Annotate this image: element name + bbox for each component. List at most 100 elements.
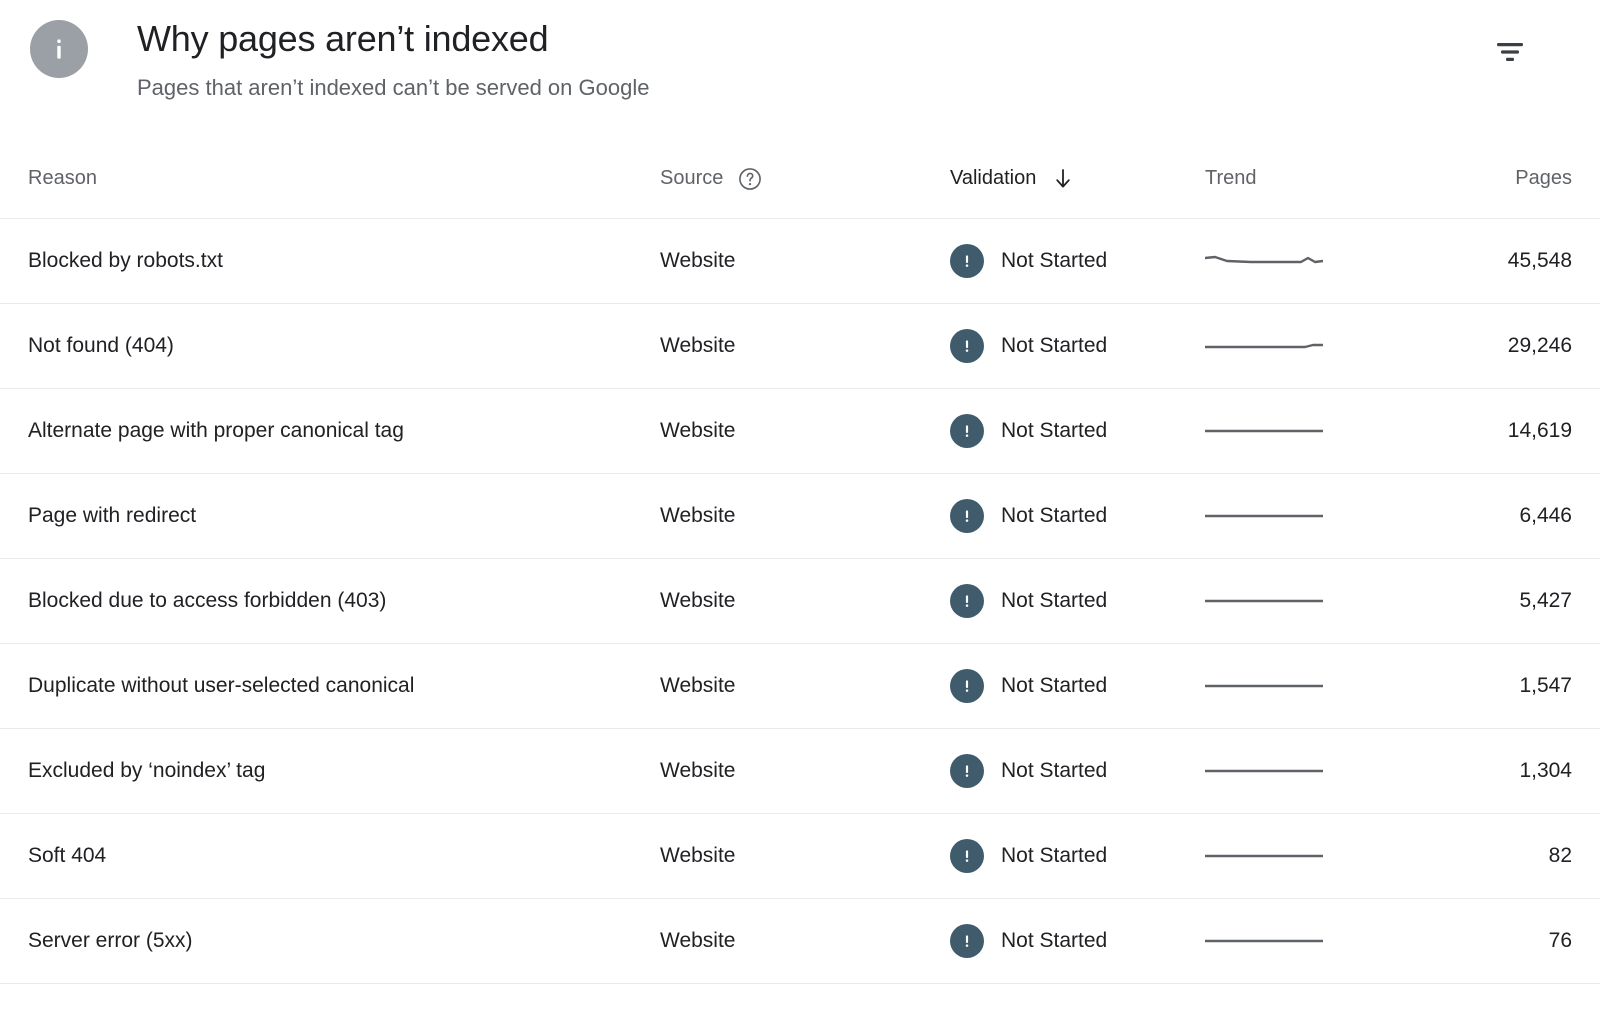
table-row[interactable]: Excluded by ‘noindex’ tagWebsite Not Star… bbox=[0, 728, 1600, 813]
cell-trend bbox=[1205, 473, 1430, 558]
error-exclamation-icon bbox=[950, 584, 984, 618]
cell-reason[interactable]: Soft 404 bbox=[0, 813, 660, 898]
column-header-pages-label: Pages bbox=[1515, 167, 1572, 189]
cell-validation: Not Started bbox=[950, 813, 1205, 898]
column-header-validation[interactable]: Validation bbox=[950, 140, 1205, 218]
column-header-trend[interactable]: Trend bbox=[1205, 140, 1430, 218]
cell-reason[interactable]: Blocked due to access forbidden (403) bbox=[0, 558, 660, 643]
validation-status: Not Started bbox=[950, 924, 1205, 958]
indexing-reasons-table: Reason Source bbox=[0, 140, 1600, 984]
cell-reason[interactable]: Excluded by ‘noindex’ tag bbox=[0, 728, 660, 813]
cell-reason[interactable]: Page with redirect bbox=[0, 473, 660, 558]
trend-sparkline bbox=[1205, 504, 1323, 528]
error-exclamation-icon bbox=[950, 499, 984, 533]
cell-trend bbox=[1205, 728, 1430, 813]
validation-label: Not Started bbox=[1001, 759, 1107, 783]
column-header-source-label: Source bbox=[660, 167, 723, 190]
cell-source: Website bbox=[660, 728, 950, 813]
cell-validation: Not Started bbox=[950, 558, 1205, 643]
cell-trend bbox=[1205, 388, 1430, 473]
cell-validation: Not Started bbox=[950, 303, 1205, 388]
cell-trend bbox=[1205, 643, 1430, 728]
arrow-downward-icon[interactable] bbox=[1052, 167, 1074, 191]
cell-reason[interactable]: Alternate page with proper canonical tag bbox=[0, 388, 660, 473]
table-row[interactable]: Server error (5xx)WebsiteNot Started76 bbox=[0, 898, 1600, 983]
column-header-pages[interactable]: Pages bbox=[1430, 140, 1600, 218]
error-exclamation-icon bbox=[950, 839, 984, 873]
error-exclamation-icon bbox=[950, 329, 984, 363]
validation-label: Not Started bbox=[1001, 334, 1107, 358]
validation-status: Not Started bbox=[950, 499, 1205, 533]
column-header-trend-label: Trend bbox=[1205, 167, 1257, 189]
header-text-block: Why pages aren’t indexed Pages that aren… bbox=[137, 14, 649, 104]
validation-status: Not Started bbox=[950, 414, 1205, 448]
table-body: Blocked by robots.txtWebsiteNot Started4… bbox=[0, 218, 1600, 983]
cell-source: Website bbox=[660, 473, 950, 558]
cell-trend bbox=[1205, 813, 1430, 898]
cell-reason[interactable]: Duplicate without user-selected canonica… bbox=[0, 643, 660, 728]
trend-sparkline bbox=[1205, 419, 1323, 443]
cell-validation: Not Started bbox=[950, 473, 1205, 558]
validation-label: Not Started bbox=[1001, 674, 1107, 698]
cell-validation: Not Started bbox=[950, 728, 1205, 813]
validation-label: Not Started bbox=[1001, 249, 1107, 273]
error-exclamation-icon bbox=[950, 244, 984, 278]
table-row[interactable]: Blocked due to access forbidden (403)Web… bbox=[0, 558, 1600, 643]
validation-label: Not Started bbox=[1001, 589, 1107, 613]
cell-pages: 45,548 bbox=[1430, 218, 1600, 303]
cell-reason[interactable]: Server error (5xx) bbox=[0, 898, 660, 983]
trend-sparkline bbox=[1205, 249, 1323, 273]
trend-sparkline bbox=[1205, 334, 1323, 358]
cell-reason[interactable]: Not found (404) bbox=[0, 303, 660, 388]
cell-pages: 82 bbox=[1430, 813, 1600, 898]
indexing-reasons-panel: Why pages aren’t indexed Pages that aren… bbox=[0, 0, 1600, 1034]
validation-status: Not Started bbox=[950, 669, 1205, 703]
panel-header: Why pages aren’t indexed Pages that aren… bbox=[0, 0, 1600, 140]
table-row[interactable]: Blocked by robots.txtWebsiteNot Started4… bbox=[0, 218, 1600, 303]
cell-trend bbox=[1205, 898, 1430, 983]
table-header: Reason Source bbox=[0, 140, 1600, 218]
cell-validation: Not Started bbox=[950, 218, 1205, 303]
cell-pages: 6,446 bbox=[1430, 473, 1600, 558]
validation-status: Not Started bbox=[950, 839, 1205, 873]
column-header-source[interactable]: Source bbox=[660, 140, 950, 218]
cell-pages: 76 bbox=[1430, 898, 1600, 983]
cell-trend bbox=[1205, 558, 1430, 643]
table-row[interactable]: Not found (404)Website Not Started 29,246 bbox=[0, 303, 1600, 388]
error-exclamation-icon bbox=[950, 924, 984, 958]
cell-validation: Not Started bbox=[950, 388, 1205, 473]
table-row[interactable]: Duplicate without user-selected canonica… bbox=[0, 643, 1600, 728]
filter-button[interactable] bbox=[1488, 32, 1532, 72]
help-circle-icon[interactable] bbox=[737, 166, 763, 192]
column-header-reason-label: Reason bbox=[28, 167, 97, 189]
cell-source: Website bbox=[660, 643, 950, 728]
validation-label: Not Started bbox=[1001, 844, 1107, 868]
info-icon bbox=[30, 20, 88, 78]
cell-source: Website bbox=[660, 813, 950, 898]
cell-pages: 5,427 bbox=[1430, 558, 1600, 643]
cell-source: Website bbox=[660, 558, 950, 643]
trend-sparkline bbox=[1205, 844, 1323, 868]
validation-label: Not Started bbox=[1001, 504, 1107, 528]
table-row[interactable]: Alternate page with proper canonical tag… bbox=[0, 388, 1600, 473]
validation-label: Not Started bbox=[1001, 419, 1107, 443]
validation-status: Not Started bbox=[950, 754, 1205, 788]
page-title: Why pages aren’t indexed bbox=[137, 16, 649, 62]
trend-sparkline bbox=[1205, 674, 1323, 698]
cell-source: Website bbox=[660, 388, 950, 473]
cell-pages: 29,246 bbox=[1430, 303, 1600, 388]
trend-sparkline bbox=[1205, 929, 1323, 953]
table-row[interactable]: Soft 404Website Not Started 82 bbox=[0, 813, 1600, 898]
cell-reason[interactable]: Blocked by robots.txt bbox=[0, 218, 660, 303]
column-header-reason[interactable]: Reason bbox=[0, 140, 660, 218]
validation-status: Not Started bbox=[950, 329, 1205, 363]
cell-trend bbox=[1205, 303, 1430, 388]
cell-pages: 1,547 bbox=[1430, 643, 1600, 728]
validation-status: Not Started bbox=[950, 584, 1205, 618]
cell-pages: 1,304 bbox=[1430, 728, 1600, 813]
cell-source: Website bbox=[660, 303, 950, 388]
cell-pages: 14,619 bbox=[1430, 388, 1600, 473]
table-row[interactable]: Page with redirectWebsite Not Started 6,44… bbox=[0, 473, 1600, 558]
page-subtitle: Pages that aren’t indexed can’t be serve… bbox=[137, 72, 649, 104]
error-exclamation-icon bbox=[950, 414, 984, 448]
